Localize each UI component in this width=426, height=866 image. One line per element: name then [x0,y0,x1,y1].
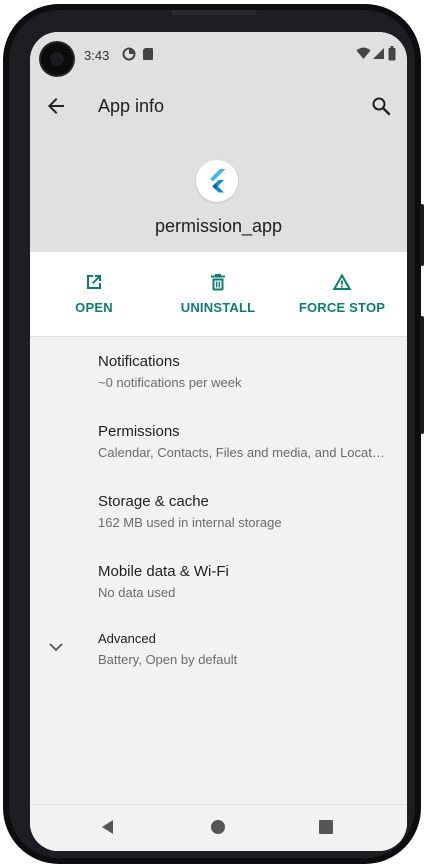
list-item-storage[interactable]: Storage & cache 162 MB used in internal … [30,477,407,547]
data-saver-icon [122,47,136,66]
force-stop-button[interactable]: FORCE STOP [286,252,398,336]
status-time: 3:43 [84,48,110,63]
wifi-icon [356,47,371,65]
arrow-back-icon [48,98,64,114]
signal-icon [372,47,385,65]
search-button[interactable] [369,94,393,118]
open-in-new-icon [87,275,101,289]
flutter-logo-icon [196,160,238,202]
page-title: App info [98,96,165,116]
item-title: Mobile data & Wi-Fi [98,563,229,580]
list-item-notifications[interactable]: Notifications ~0 notifications per week [30,337,407,407]
uninstall-label: UNINSTALL [180,300,256,315]
list-item-permissions[interactable]: Permissions Calendar, Contacts, Files an… [30,407,407,477]
item-title: Storage & cache [98,493,209,510]
screen: 3:43 App info permission_app OPEN UNINST… [30,32,407,851]
item-title: Advanced [98,631,156,646]
back-button[interactable] [44,94,68,118]
status-bar: 3:43 [30,32,407,80]
nav-recents-button[interactable] [314,815,338,839]
uninstall-button[interactable]: UNINSTALL [162,252,274,336]
list-item-advanced[interactable]: Advanced Battery, Open by default [30,617,407,687]
earpiece-speaker [171,10,257,15]
home-circle-icon [211,820,225,834]
power-button [420,204,424,266]
search-icon [372,97,391,116]
recents-square-icon [319,820,333,834]
action-bar: OPEN UNINSTALL FORCE STOP [30,252,407,337]
trash-icon [211,274,225,291]
list-item-mobile-data[interactable]: Mobile data & Wi-Fi No data used [30,547,407,617]
item-summary: 162 MB used in internal storage [98,515,282,530]
app-header: permission_app [30,134,407,252]
app-bar: App info [30,80,407,134]
open-label: OPEN [75,300,113,315]
nav-home-button[interactable] [206,815,230,839]
front-camera [41,43,73,75]
back-triangle-icon [102,820,113,834]
warning-icon [332,273,352,290]
item-title: Permissions [98,423,180,440]
item-summary: ~0 notifications per week [98,375,242,390]
item-summary: Battery, Open by default [98,652,238,667]
sd-card-icon [142,47,154,66]
phone-frame: 3:43 App info permission_app OPEN UNINST… [3,4,424,864]
app-name: permission_app [154,216,283,236]
open-button[interactable]: OPEN [38,252,150,336]
item-title: Notifications [98,353,180,370]
battery-icon [388,46,396,66]
volume-button [420,316,424,434]
chevron-down-icon [49,643,63,652]
item-summary: No data used [98,585,176,600]
item-summary: Calendar, Contacts, Files and media, and… [98,445,385,460]
navigation-bar [30,804,407,851]
force-stop-label: FORCE STOP [298,300,386,315]
nav-back-button[interactable] [96,815,120,839]
